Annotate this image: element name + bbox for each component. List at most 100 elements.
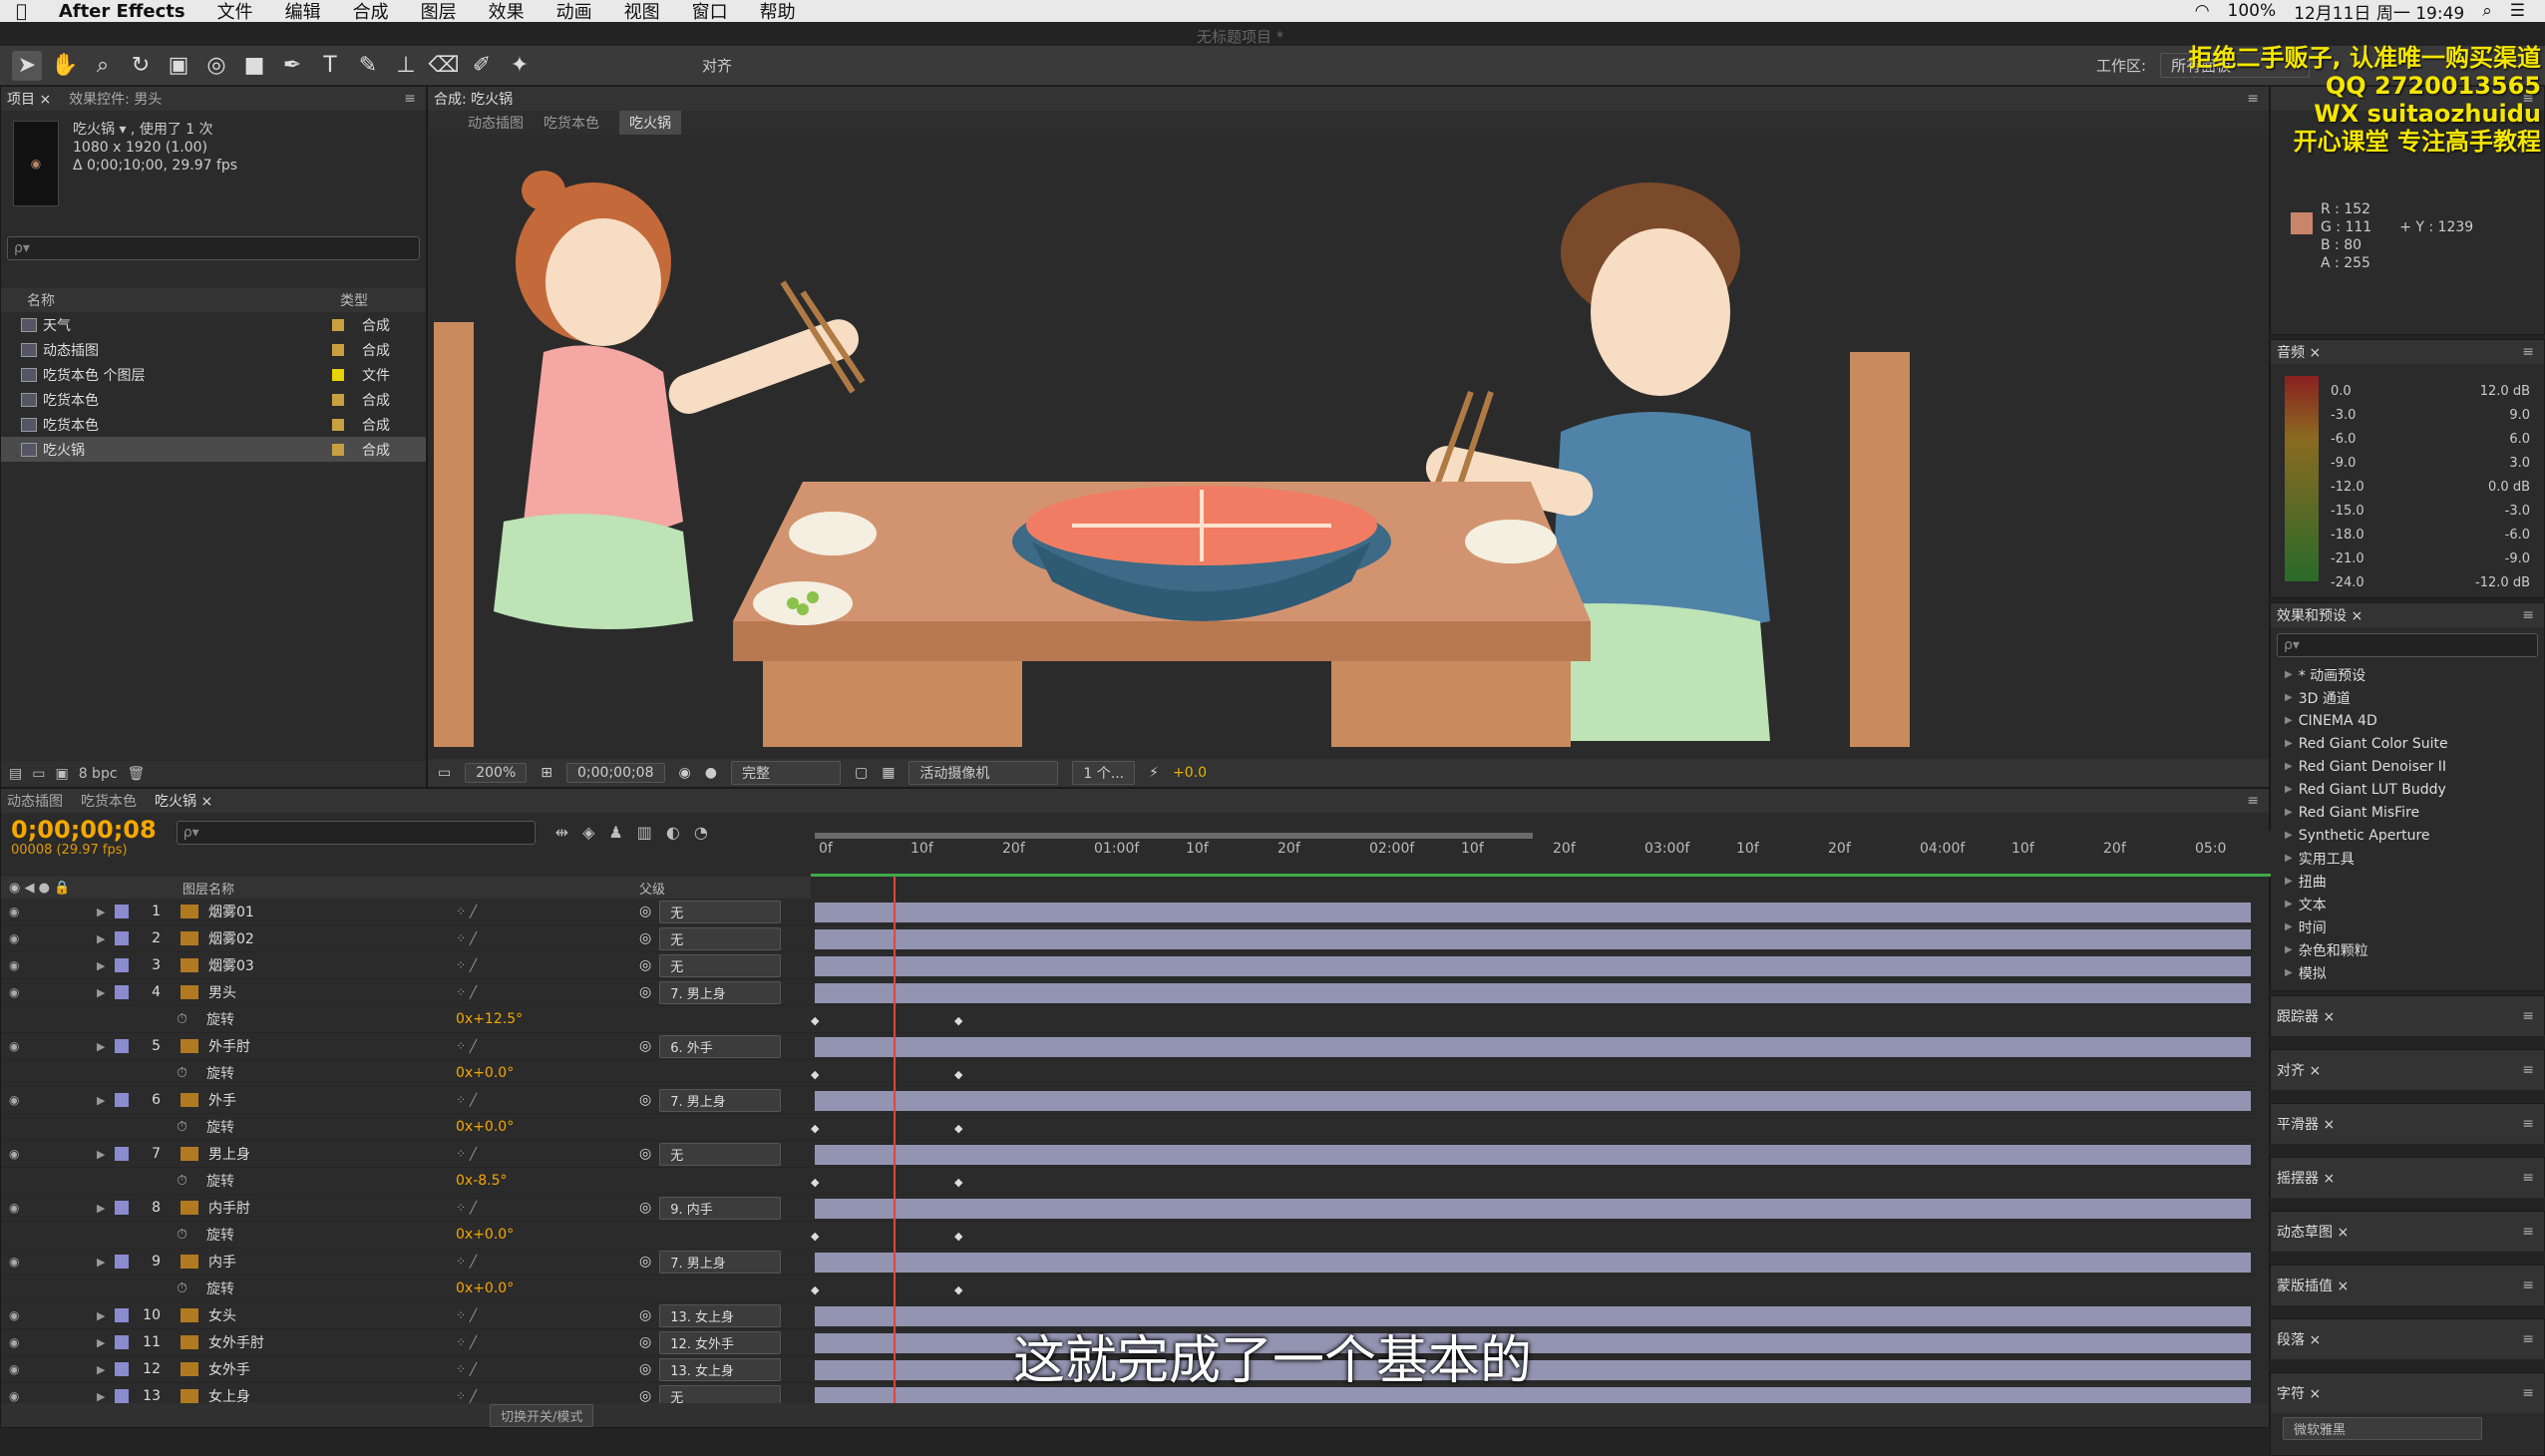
tab-effect-controls[interactable]: 效果控件: 男头 [69,89,162,109]
disclosure-triangle-icon[interactable]: ▶ [2285,669,2293,680]
keyframe-icon[interactable]: ◆ [811,1230,819,1243]
keyframe-icon[interactable]: ◆ [811,1176,819,1189]
panel-tab[interactable]: 跟踪器 × [2277,1006,2335,1026]
layer-row[interactable]: ◉ ▶ 12 女外手 ⁘ ╱ ◎ 13. 女上身 [1,1356,811,1383]
tab-effects-presets[interactable]: 效果和预设 × [2277,605,2363,625]
pick-whip-icon[interactable]: ◎ [639,1307,651,1323]
snapshot-icon[interactable]: ◉ [679,765,691,781]
layer-switches[interactable]: ⁘ ╱ [456,905,477,918]
layer-name[interactable]: 女外手肘 [208,1332,264,1352]
zoom-select[interactable]: 200% [465,763,528,783]
property-value[interactable]: 0x+0.0° [456,1227,514,1243]
layer-row[interactable]: ◉ ▶ 5 外手肘 ⁘ ╱ ◎ 6. 外手 [1,1033,811,1060]
parent-select[interactable]: 7. 男上身 [659,1250,782,1274]
property-row[interactable]: ⏱ 旋转 0x+12.5° [1,1006,811,1033]
safe-margins-icon[interactable]: ⊞ [541,765,552,781]
toggle-switches-modes[interactable]: 切换开关/模式 [490,1403,594,1427]
pick-whip-icon[interactable]: ◎ [639,984,651,1000]
motion-blur-icon[interactable]: ◐ [666,823,680,842]
effect-category[interactable]: ▶ 3D 通道 [2271,686,2544,709]
col-parent[interactable]: 父级 [639,879,665,898]
new-folder-icon[interactable]: ▭ [32,766,45,782]
layer-name[interactable]: 内手肘 [208,1198,250,1218]
layer-switches[interactable]: ⁘ ╱ [456,985,477,999]
panel-menu-icon[interactable]: ≡ [2522,1224,2544,1240]
layer-name[interactable]: 外手肘 [208,1036,250,1056]
layer-switches[interactable]: ⁘ ╱ [456,958,477,972]
label-color[interactable] [332,418,344,431]
label-color[interactable] [332,318,344,331]
font-family-select[interactable]: 微软雅黑 [2283,1417,2482,1440]
transparency-grid-icon[interactable]: ▦ [882,765,895,781]
layer-name[interactable]: 烟雾02 [208,928,254,948]
layer-duration-bar[interactable] [815,956,2251,976]
expand-triangle-icon[interactable]: ▶ [97,1040,105,1053]
bit-depth[interactable]: 8 bpc [79,766,118,782]
property-value[interactable]: 0x+0.0° [456,1119,514,1135]
layer-duration-bar[interactable] [815,1091,2251,1111]
layer-track[interactable] [811,925,2257,952]
effect-category[interactable]: ▶ Synthetic Aperture [2271,824,2544,847]
timeline-current-time[interactable]: 0;00;00;08 [11,817,157,843]
current-time[interactable]: 0;00;00;08 [566,763,665,783]
panel-menu-icon[interactable]: ≡ [2522,1008,2544,1024]
project-item[interactable]: 吃货本色 合成 [1,412,426,437]
layer-duration-bar[interactable] [815,903,2251,922]
project-search-input[interactable]: ρ▾ [7,236,420,260]
shape-tool-icon[interactable]: ■ [239,51,269,81]
keyframe-icon[interactable]: ◆ [954,1122,962,1135]
pen-tool-icon[interactable]: ✒ [277,51,307,81]
stopwatch-icon[interactable]: ⏱ [177,1011,187,1027]
menu-help[interactable]: 帮助 [744,0,812,24]
expand-triangle-icon[interactable]: ▶ [97,1148,105,1161]
layer-track[interactable] [811,979,2257,1006]
crumb-chihuo[interactable]: 吃货本色 [544,113,599,133]
pick-whip-icon[interactable]: ◎ [639,1092,651,1108]
layer-name[interactable]: 男上身 [208,1144,250,1164]
layer-row[interactable]: ◉ ▶ 8 内手肘 ⁘ ╱ ◎ 9. 内手 [1,1195,811,1222]
effect-category[interactable]: ▶ 模拟 [2271,961,2544,984]
label-color[interactable] [332,393,344,406]
layer-switches[interactable]: ⁘ ╱ [456,1362,477,1376]
effect-category[interactable]: ▶ * 动画预设 [2271,663,2544,686]
expand-triangle-icon[interactable]: ▶ [97,1336,105,1349]
layer-track[interactable]: ◆ ◆ [811,1168,2257,1195]
layer-switches[interactable]: ⁘ ╱ [456,1308,477,1322]
parent-select[interactable]: 9. 内手 [659,1196,782,1220]
disclosure-triangle-icon[interactable]: ▶ [2285,807,2293,818]
project-item[interactable]: 天气 合成 [1,312,426,337]
layer-switches[interactable]: ⁘ ╱ [456,1147,477,1161]
effect-category[interactable]: ▶ 杂色和颗粒 [2271,938,2544,961]
visibility-eye-icon[interactable]: ◉ [9,1093,19,1107]
disclosure-triangle-icon[interactable]: ▶ [2285,784,2293,795]
label-color-box[interactable] [115,1255,129,1269]
layer-row[interactable]: ◉ ▶ 7 男上身 ⁘ ╱ ◎ 无 [1,1141,811,1168]
layer-track[interactable] [811,1195,2257,1222]
keyframe-icon[interactable]: ◆ [954,1068,962,1081]
spotlight-search-icon[interactable]: ⌕ [2482,1,2492,21]
panel-menu-icon[interactable]: ≡ [404,91,426,107]
disclosure-triangle-icon[interactable]: ▶ [2285,692,2293,703]
rotate-tool-icon[interactable]: ↻ [126,51,156,81]
label-color-box[interactable] [115,1147,129,1161]
layer-track[interactable] [811,1087,2257,1114]
visibility-eye-icon[interactable]: ◉ [9,905,19,918]
hand-tool-icon[interactable]: ✋ [50,51,80,81]
panel-menu-icon[interactable]: ≡ [2522,1277,2544,1293]
layer-duration-bar[interactable] [815,1145,2251,1165]
keyframe-icon[interactable]: ◆ [811,1122,819,1135]
layer-switches[interactable]: ⁘ ╱ [456,931,477,945]
stopwatch-icon[interactable]: ⏱ [177,1065,187,1081]
panel-tab[interactable]: 平滑器 × [2277,1114,2335,1134]
timeline-search-input[interactable]: ρ▾ [176,821,536,845]
pick-whip-icon[interactable]: ◎ [639,930,651,946]
project-item[interactable]: 动态插图 合成 [1,337,426,362]
label-color-box[interactable] [115,1362,129,1376]
label-color[interactable] [332,343,344,356]
layer-track[interactable] [811,1249,2257,1275]
label-color-box[interactable] [115,1201,129,1215]
menu-app-name[interactable]: After Effects [43,1,201,22]
disclosure-triangle-icon[interactable]: ▶ [2285,921,2293,932]
disclosure-triangle-icon[interactable]: ▶ [2285,761,2293,772]
layer-name[interactable]: 男头 [208,982,236,1002]
